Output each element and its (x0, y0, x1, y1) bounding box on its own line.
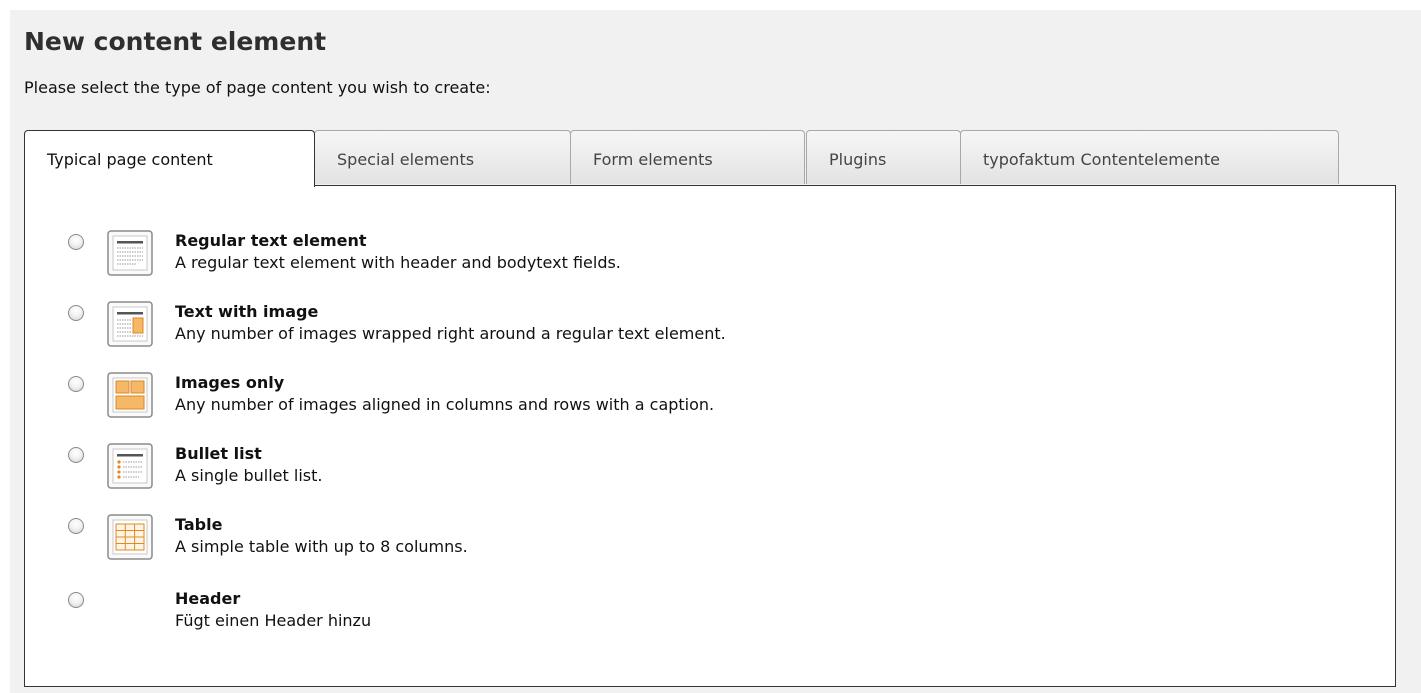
option-text: Regular text element A regular text elem… (175, 230, 621, 274)
radio-text-with-image[interactable] (68, 305, 84, 321)
option-table: Table A simple table with up to 8 column… (63, 514, 1263, 580)
text-element-icon[interactable] (107, 230, 153, 276)
option-description: Fügt einen Header hinzu (175, 611, 372, 630)
option-title[interactable]: Table (175, 514, 468, 536)
option-header: Header Fügt einen Header hinzu (63, 588, 1263, 654)
radio-regular-text-element[interactable] (68, 234, 84, 250)
option-text: Text with image Any number of images wra… (175, 301, 726, 345)
option-description: A regular text element with header and b… (175, 253, 621, 272)
option-images-only: Images only Any number of images aligned… (63, 372, 1263, 438)
tab-typical-page-content[interactable]: Typical page content (24, 130, 315, 187)
option-description: A single bullet list. (175, 466, 323, 485)
option-title[interactable]: Regular text element (175, 230, 621, 252)
option-text: Images only Any number of images aligned… (175, 372, 714, 416)
option-description: Any number of images aligned in columns … (175, 395, 715, 414)
option-title[interactable]: Bullet list (175, 443, 322, 465)
radio-bullet-list[interactable] (68, 447, 84, 463)
option-text: Header Fügt einen Header hinzu (175, 588, 371, 632)
option-title[interactable]: Header (175, 588, 371, 610)
option-text-with-image: Text with image Any number of images wra… (63, 301, 1263, 367)
option-text: Table A simple table with up to 8 column… (175, 514, 468, 558)
option-text: Bullet list A single bullet list. (175, 443, 322, 487)
option-bullet-list: Bullet list A single bullet list. (63, 443, 1263, 509)
table-icon[interactable] (107, 514, 153, 560)
page-title: New content element (24, 27, 327, 56)
tab-special-elements[interactable]: Special elements (314, 130, 571, 184)
option-title[interactable]: Images only (175, 372, 714, 394)
tab-plugins[interactable]: Plugins (806, 130, 961, 184)
radio-header[interactable] (68, 592, 84, 608)
tab-form-elements[interactable]: Form elements (570, 130, 805, 184)
tab-typofaktum-contentelemente[interactable]: typofaktum Contentelemente (960, 130, 1339, 184)
option-description: A simple table with up to 8 columns. (175, 537, 468, 556)
instruction-text: Please select the type of page content y… (24, 78, 491, 97)
option-description: Any number of images wrapped right aroun… (175, 324, 726, 343)
tab-bar: Typical page content Special elements Fo… (24, 130, 1396, 187)
bullet-list-icon[interactable] (107, 443, 153, 489)
content-type-list: Regular text element A regular text elem… (24, 185, 1396, 687)
images-only-icon[interactable] (107, 372, 153, 418)
radio-table[interactable] (68, 518, 84, 534)
option-title[interactable]: Text with image (175, 301, 726, 323)
radio-images-only[interactable] (68, 376, 84, 392)
option-regular-text-element: Regular text element A regular text elem… (63, 230, 1263, 296)
text-with-image-icon[interactable] (107, 301, 153, 347)
